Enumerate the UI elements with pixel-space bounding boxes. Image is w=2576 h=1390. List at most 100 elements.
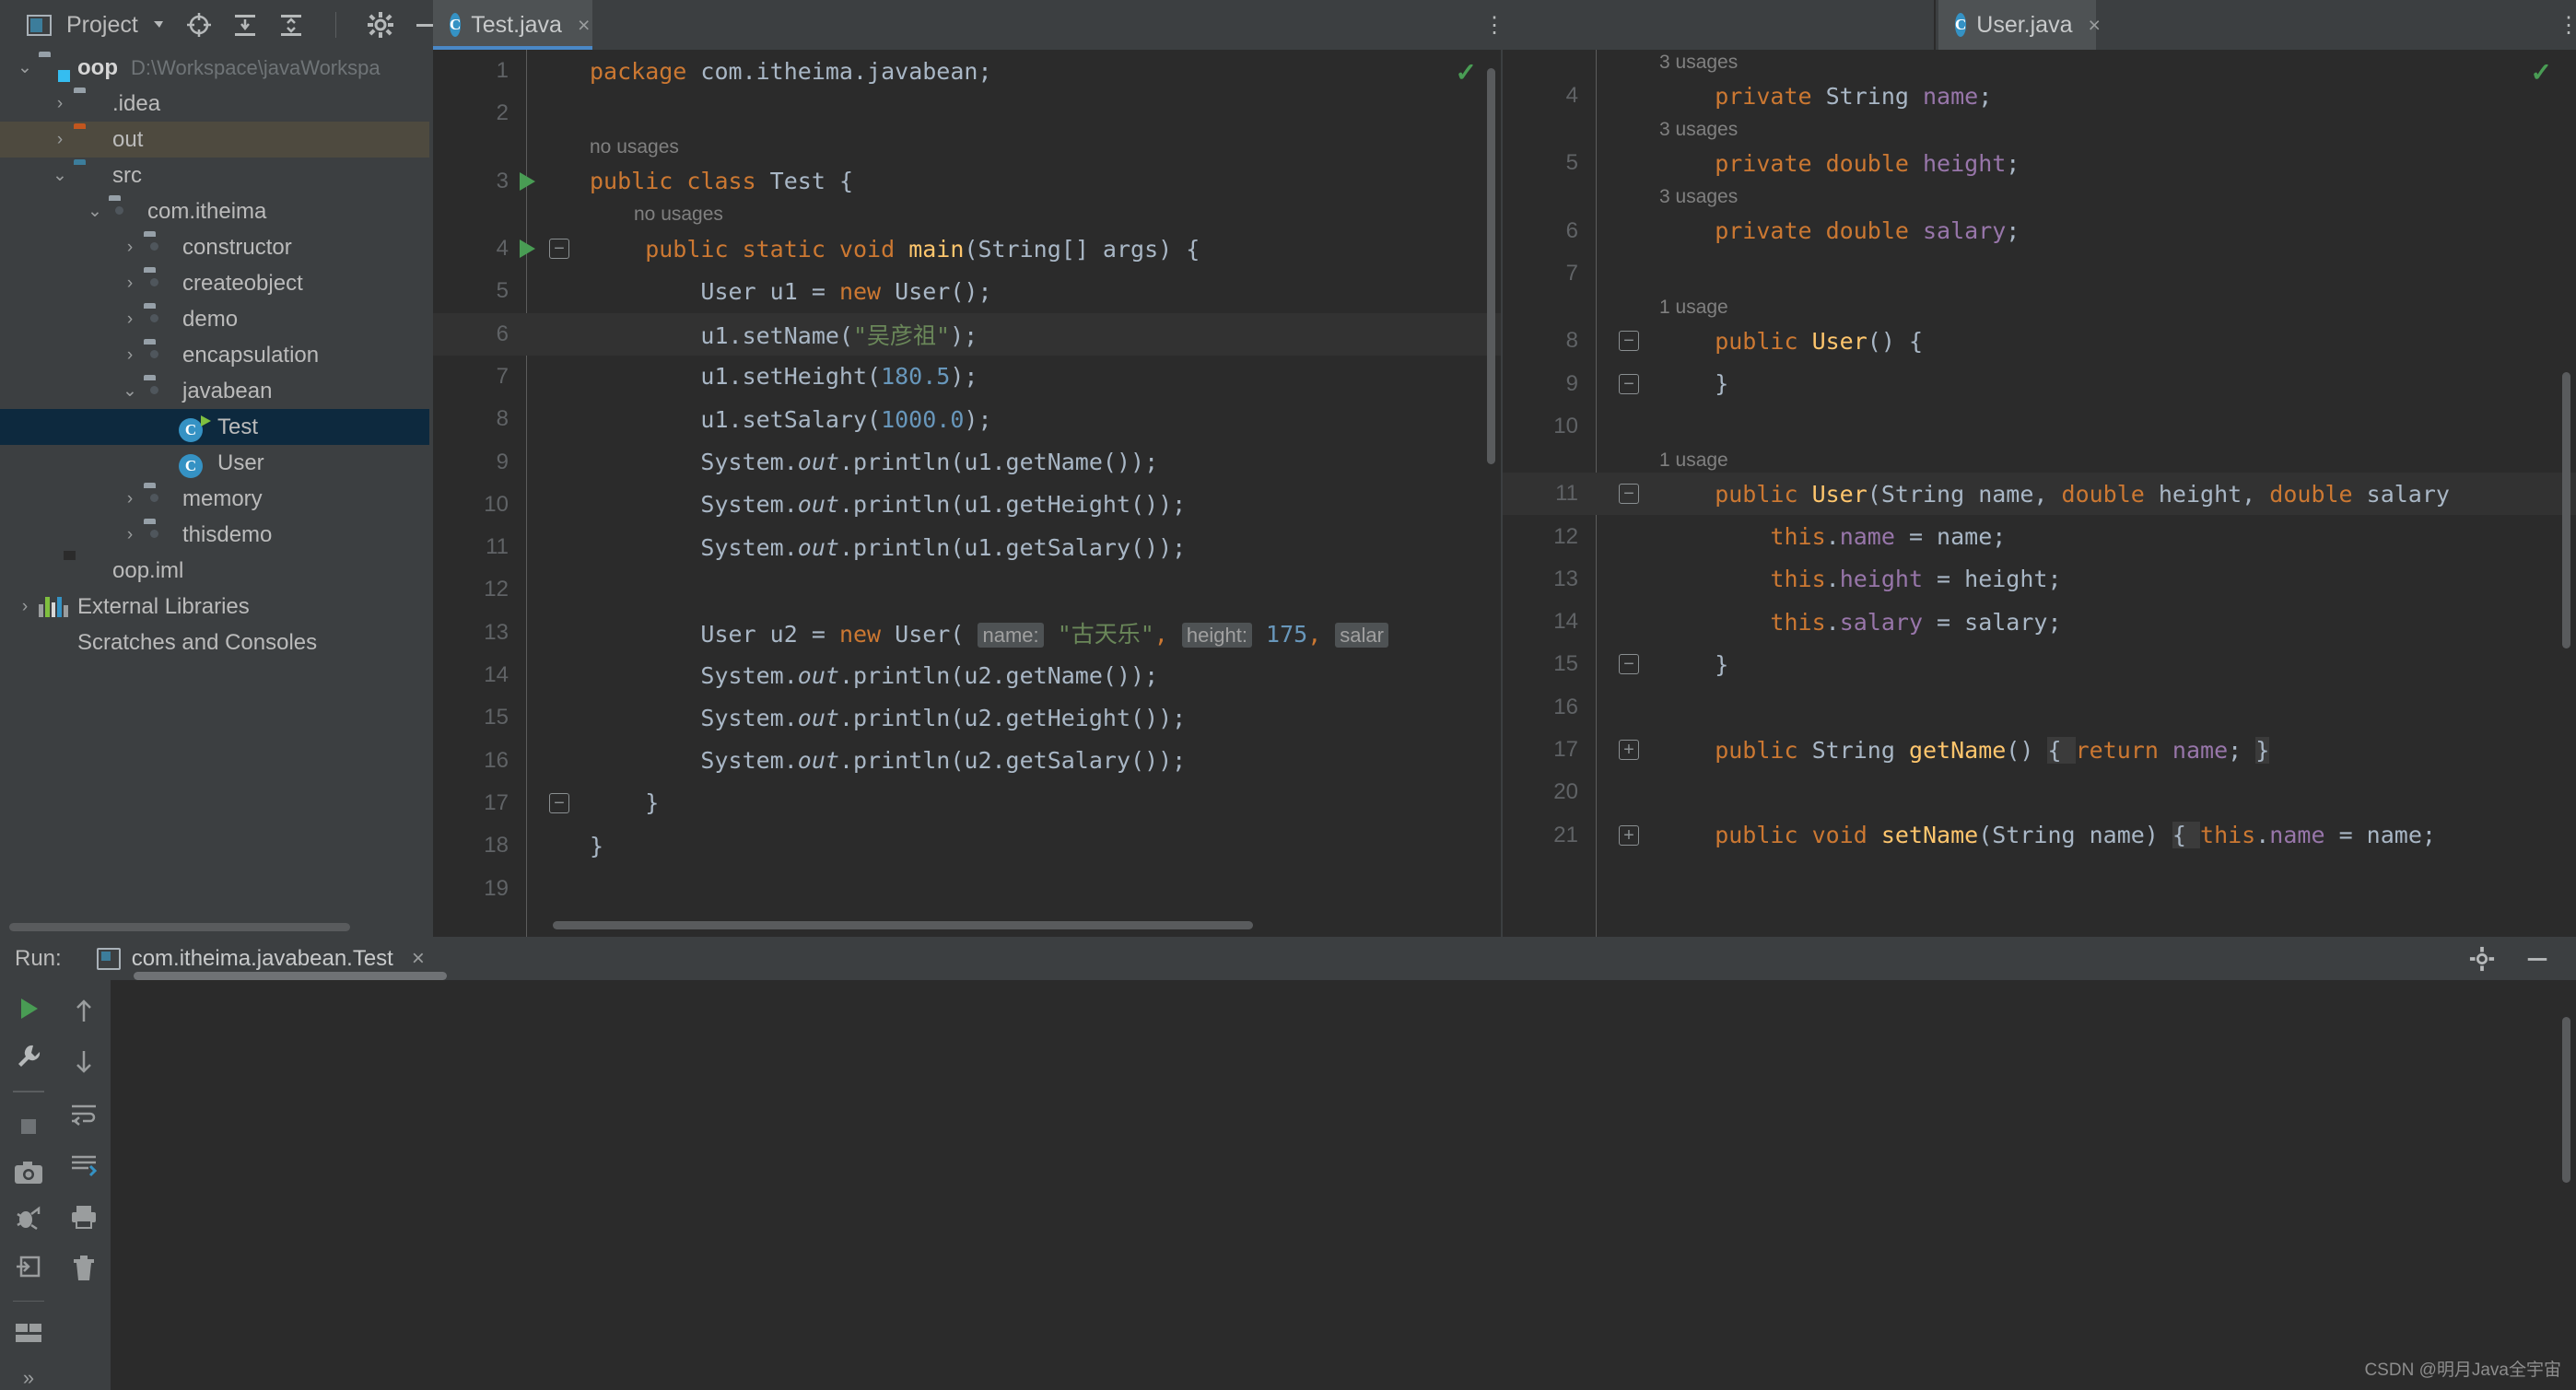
fold-marker[interactable]: + — [1619, 739, 1639, 760]
editor-options-icon-right[interactable]: ⋮ — [2558, 7, 2576, 42]
inlay-hint-usages[interactable]: no usages — [590, 135, 679, 160]
tree-item-thisdemo[interactable]: › thisdemo — [0, 517, 429, 553]
chevron-right-icon[interactable]: › — [116, 238, 144, 258]
run-tab-scrollbar[interactable] — [134, 972, 447, 980]
chevron-right-icon[interactable]: › — [116, 489, 144, 509]
code-line[interactable]: 1 package com.itheima.javabean; — [433, 50, 1501, 92]
tree-item-user[interactable]: C User — [0, 445, 429, 481]
arrow-down-icon[interactable] — [68, 1046, 100, 1078]
code-line[interactable]: 21 + public void setName(String name) { t… — [1503, 814, 2576, 857]
tree-item--idea[interactable]: › .idea — [0, 86, 429, 122]
code-line[interactable]: 13 this.height = height; — [1503, 558, 2576, 601]
console-vscrollbar[interactable] — [2562, 1017, 2570, 1183]
editor-left-vscrollbar[interactable] — [1487, 68, 1495, 464]
expand-more-icon[interactable]: » — [13, 1366, 44, 1390]
bug-icon[interactable] — [13, 1205, 44, 1232]
code-line[interactable]: 10 — [1503, 405, 2576, 448]
soft-wrap-icon[interactable] — [68, 1098, 100, 1129]
code-line[interactable]: 11 − public User(String name, double heig… — [1503, 473, 2576, 516]
export-icon[interactable] — [13, 1253, 44, 1280]
tree-item-encapsulation[interactable]: › encapsulation — [0, 337, 429, 373]
code-line[interactable]: 2 — [433, 92, 1501, 134]
tree-item-test[interactable]: C Test — [0, 409, 429, 445]
chevron-right-icon[interactable]: › — [116, 274, 144, 294]
locate-icon[interactable] — [184, 10, 214, 40]
camera-icon[interactable] — [13, 1161, 44, 1185]
scroll-end-icon[interactable] — [68, 1150, 100, 1181]
run-gutter-icon[interactable] — [520, 239, 535, 258]
code-line[interactable]: 12 — [433, 568, 1501, 611]
run-gutter-icon[interactable] — [520, 171, 535, 191]
chevron-down-icon[interactable]: ⌄ — [81, 201, 109, 222]
code-line[interactable]: 12 this.name = name; — [1503, 515, 2576, 557]
code-line[interactable]: 13 User u2 = new User( name: "古天乐", heig… — [433, 612, 1501, 654]
close-icon[interactable]: × — [2089, 13, 2101, 38]
print-icon[interactable] — [68, 1201, 100, 1232]
code-line[interactable]: 5 User u1 = new User(); — [433, 270, 1501, 312]
tab-user-java[interactable]: C User.java × — [1938, 0, 2101, 50]
chevron-right-icon[interactable]: › — [116, 345, 144, 366]
code-line[interactable]: 5 private double height; — [1503, 142, 2576, 184]
tree-item-memory[interactable]: › memory — [0, 481, 429, 517]
code-line[interactable]: 16 — [1503, 686, 2576, 729]
trash-icon[interactable] — [68, 1253, 100, 1284]
tree-item-com-itheima[interactable]: ⌄ com.itheima — [0, 193, 429, 229]
code-line[interactable]: 9 System.out.println(u1.getName()); — [433, 440, 1501, 483]
chevron-right-icon[interactable]: › — [46, 94, 74, 114]
tree-hscrollbar[interactable] — [9, 923, 350, 931]
chevron-right-icon[interactable]: › — [116, 310, 144, 330]
minimize-icon[interactable] — [2523, 944, 2552, 974]
editor-test-java[interactable]: 1 package com.itheima.javabean; 2 no usages… — [433, 50, 1501, 937]
fold-marker[interactable]: − — [549, 238, 569, 259]
fold-marker[interactable]: − — [1619, 331, 1639, 352]
tree-item-external-libraries[interactable]: › External Libraries — [0, 589, 429, 625]
chevron-down-icon[interactable] — [151, 10, 168, 40]
code-line[interactable]: 11 System.out.println(u1.getSalary()); — [433, 526, 1501, 568]
code-line[interactable]: 8 u1.setSalary(1000.0); — [433, 398, 1501, 440]
editor-user-java[interactable]: 3 usages 4 private String name; 3 usages 5 … — [1503, 50, 2576, 937]
inlay-hint-usages[interactable]: no usages — [634, 203, 723, 228]
code-line[interactable]: 7 — [1503, 252, 2576, 295]
code-line[interactable]: 6 u1.setName("吴彦祖"); — [433, 312, 1501, 356]
fold-marker[interactable]: − — [1619, 654, 1639, 675]
editor-right-vscrollbar[interactable] — [2562, 372, 2570, 648]
code-line[interactable]: 8 − public User() { — [1503, 320, 2576, 362]
code-line[interactable]: 3 public class Test { — [433, 160, 1501, 203]
project-tree[interactable]: ⌄ oop D:\Workspace\javaWorkspa › .idea › out ⌄ s… — [0, 50, 429, 937]
project-tool-window-header[interactable]: Project — [0, 10, 138, 40]
run-icon[interactable] — [13, 995, 44, 1022]
gear-icon[interactable] — [2467, 944, 2497, 974]
tree-item-javabean[interactable]: ⌄ javabean — [0, 373, 429, 409]
code-line[interactable]: 4 − public static void main(String[] args… — [433, 228, 1501, 270]
inlay-hint-usages[interactable]: 3 usages — [1659, 117, 1738, 142]
code-line[interactable]: 4 private String name; — [1503, 75, 2576, 117]
run-configuration-tab[interactable]: com.itheima.javabean.Test × — [96, 946, 425, 972]
chevron-right-icon[interactable]: › — [46, 130, 74, 150]
code-line[interactable]: 6 private double salary; — [1503, 210, 2576, 252]
tab-test-java[interactable]: C Test.java × — [433, 0, 592, 50]
tree-item-src[interactable]: ⌄ src — [0, 158, 429, 193]
chevron-right-icon[interactable]: › — [116, 525, 144, 545]
chevron-right-icon[interactable]: › — [11, 597, 39, 617]
tree-item-createobject[interactable]: › createobject — [0, 265, 429, 301]
settings-wrench-icon[interactable] — [13, 1043, 44, 1070]
code-line[interactable]: 18} — [433, 824, 1501, 867]
code-line[interactable]: 16 System.out.println(u2.getSalary()); — [433, 740, 1501, 782]
close-icon[interactable]: × — [412, 946, 425, 972]
fold-marker[interactable]: − — [549, 792, 569, 813]
inlay-hint-usages[interactable]: 3 usages — [1659, 50, 1738, 75]
expand-all-icon[interactable] — [230, 10, 260, 40]
arrow-up-icon[interactable] — [68, 995, 100, 1026]
layout-icon[interactable] — [13, 1322, 44, 1346]
chevron-down-icon[interactable]: ⌄ — [11, 57, 39, 78]
run-console-panel[interactable]: "C:\Program Files\Java\jdk1.8.0_201\bin\… — [0, 980, 2576, 1390]
fold-marker[interactable]: + — [1619, 824, 1639, 846]
fold-marker[interactable]: − — [1619, 484, 1639, 505]
inlay-hint-usages[interactable]: 1 usage — [1659, 295, 1728, 320]
collapse-all-icon[interactable] — [276, 10, 306, 40]
tree-item-constructor[interactable]: › constructor — [0, 229, 429, 265]
code-line[interactable]: 15 System.out.println(u2.getHeight()); — [433, 696, 1501, 739]
chevron-down-icon[interactable]: ⌄ — [46, 165, 74, 186]
code-line[interactable]: 17 − } — [433, 782, 1501, 824]
code-line[interactable]: 14 this.salary = salary; — [1503, 601, 2576, 643]
